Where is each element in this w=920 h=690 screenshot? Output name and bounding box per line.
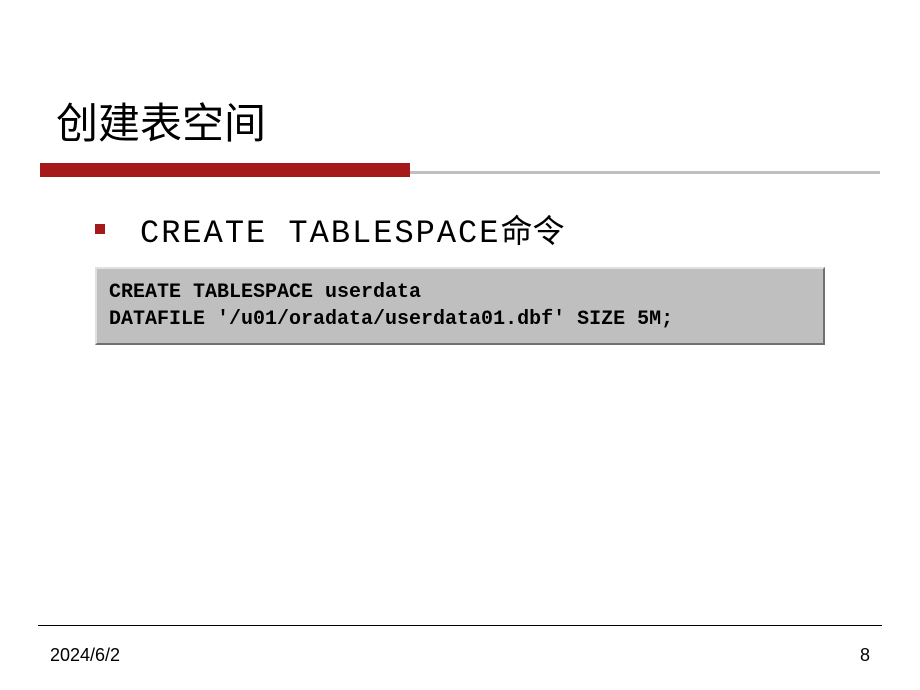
slide: 创建表空间 CREATE TABLESPACE命令 CREATE TABLESP…: [0, 0, 920, 690]
bullet-suffix: 命令: [500, 213, 564, 249]
slide-content: CREATE TABLESPACE命令 CREATE TABLESPACE us…: [0, 206, 920, 345]
bullet-icon: [95, 224, 105, 234]
bullet-command: CREATE TABLESPACE: [140, 215, 500, 252]
code-block: CREATE TABLESPACE userdata DATAFILE '/u0…: [95, 267, 825, 345]
footer-date: 2024/6/2: [50, 645, 120, 666]
bullet-item: CREATE TABLESPACE命令: [95, 206, 920, 252]
slide-footer: 2024/6/2 8: [0, 645, 920, 666]
title-underline-gray: [410, 171, 880, 174]
footer-page: 8: [860, 645, 870, 666]
title-underline-red: [40, 163, 410, 177]
slide-title: 创建表空间: [0, 0, 920, 151]
footer-divider: [38, 625, 882, 626]
bullet-text-wrapper: CREATE TABLESPACE命令: [140, 206, 564, 252]
